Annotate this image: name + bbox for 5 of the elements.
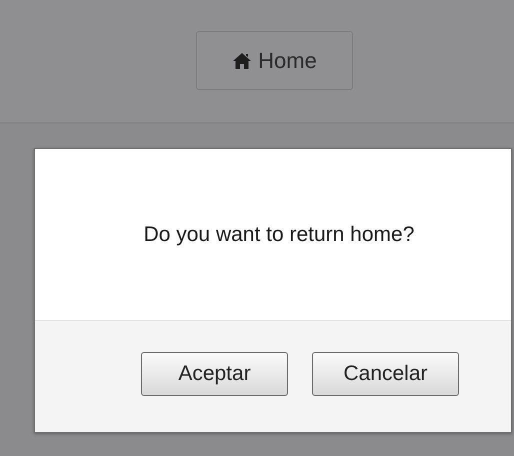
home-button[interactable]: Home [196,31,353,90]
dialog-button[interactable]: Cancelar [312,352,459,396]
home-icon [232,52,252,70]
dialog-message: Do you want to return home? [144,222,414,246]
dialog-button[interactable]: Aceptar [141,352,288,396]
